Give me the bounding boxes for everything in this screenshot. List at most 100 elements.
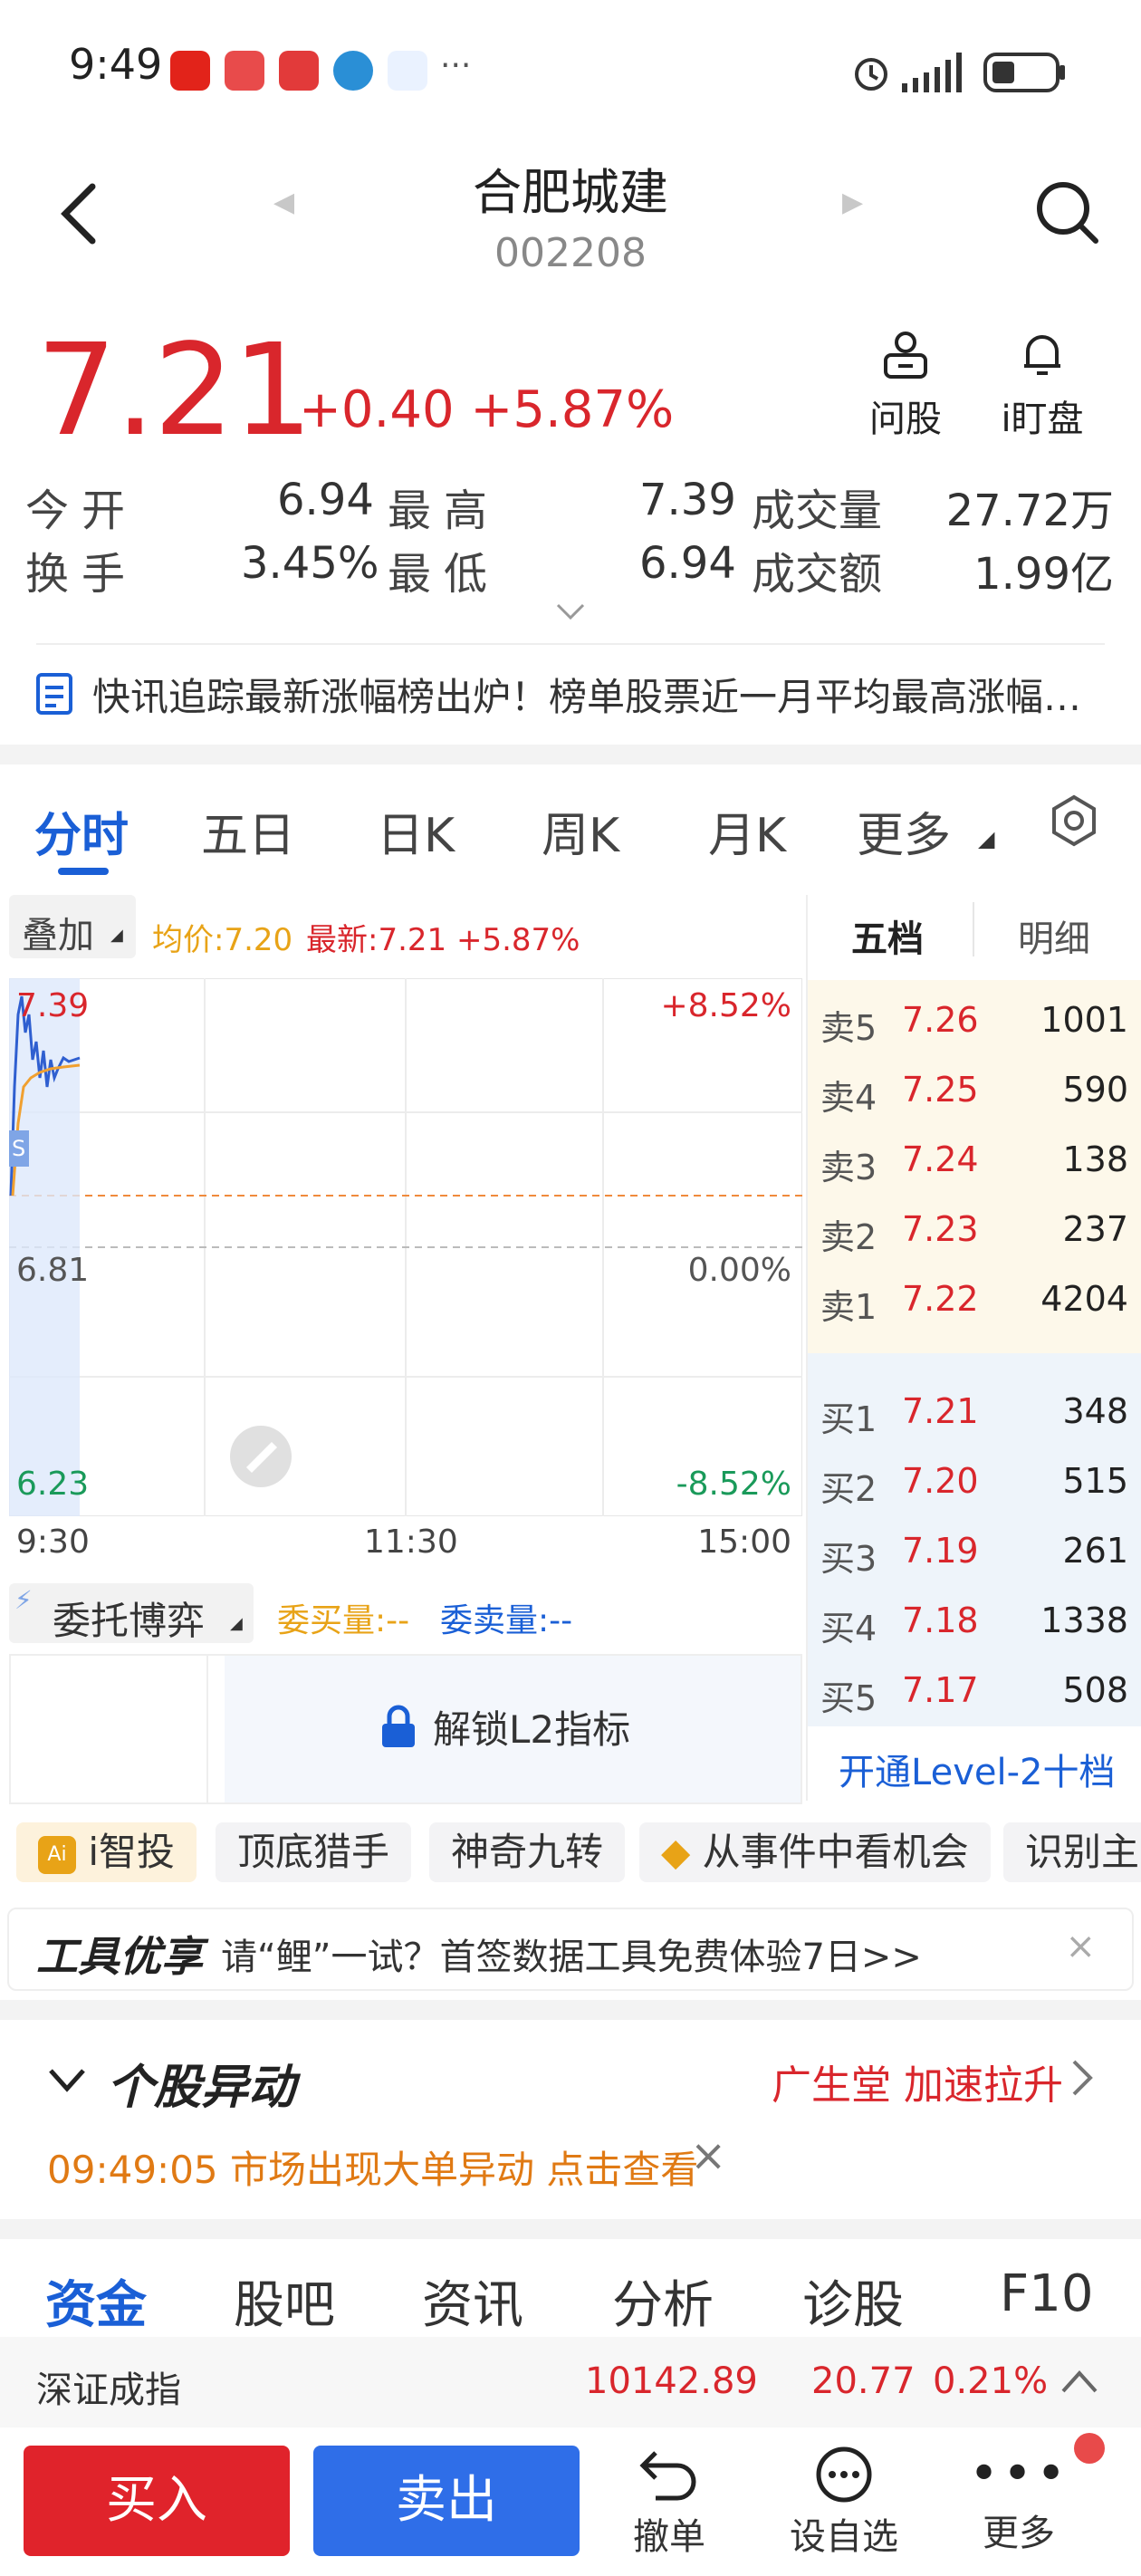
tab-more[interactable]: 更多 [857, 797, 951, 865]
intraday-chart[interactable]: S [9, 978, 802, 1516]
status-time: 9:49 [69, 40, 163, 89]
section-divider [0, 2219, 1141, 2239]
dismiss-alert-icon[interactable]: × [690, 2130, 726, 2181]
ask-stock-button[interactable]: 问股 [860, 326, 951, 442]
tab-daily-k[interactable]: 日K [377, 797, 455, 865]
buy-button[interactable]: 买入 [24, 2446, 290, 2556]
pill-magic-nine[interactable]: 神奇九转 [429, 1822, 626, 1882]
bid-price: 7.20 [902, 1461, 979, 1501]
open-label: 今开 [25, 485, 139, 536]
index-value: 10142.89 [585, 2360, 758, 2402]
next-stock-icon[interactable]: ▶ [842, 187, 863, 218]
expand-up-icon[interactable] [1060, 2368, 1099, 2395]
cancel-order-button[interactable]: 撤单 [619, 2446, 719, 2560]
overlay-button[interactable]: 叠加 ◢ [9, 895, 136, 958]
ask-volume: 委卖量:-- [440, 1602, 573, 1639]
ask-row[interactable]: 卖4 7.25 590 [815, 1053, 1141, 1122]
index-name: 深证成指 [36, 2369, 181, 2411]
ask-row[interactable]: 卖5 7.26 1001 [815, 984, 1141, 1053]
chevron-right-icon[interactable] [1069, 2058, 1096, 2098]
bid-row[interactable]: 买2 7.20 515 [815, 1445, 1141, 1514]
tab-funds[interactable]: 资金 [45, 2264, 147, 2338]
ask-quantity: 4204 [1040, 1279, 1128, 1319]
high-value: 7.39 [639, 475, 736, 525]
ask-label: 卖5 [820, 1008, 877, 1048]
tool-banner[interactable]: 工具优享 请“鲤”一试？首签数据工具免费体验7日>> × [7, 1908, 1134, 1991]
person-chat-icon [884, 332, 927, 379]
anomaly-related[interactable]: 广生堂 加速拉升 [772, 2052, 1063, 2110]
ask-label: 卖3 [820, 1148, 877, 1187]
ask-price: 7.24 [902, 1139, 979, 1179]
pct-bottom: -8.52% [676, 1466, 791, 1503]
bid-quantity: 1338 [1040, 1600, 1128, 1640]
bid-row[interactable]: 买5 7.17 508 [815, 1654, 1141, 1723]
news-ticker[interactable]: 快讯追踪最新涨幅榜出炉！榜单股票近一月平均最高涨幅… [34, 667, 1121, 721]
amount-label: 成交额 [752, 549, 883, 600]
ask-label: 卖1 [820, 1287, 877, 1327]
bid-row[interactable]: 买1 7.21 348 [815, 1375, 1141, 1444]
tab-five-levels[interactable]: 五档 [851, 909, 924, 962]
anomaly-alert[interactable]: 09:49:05 市场出现大单异动 点击查看 [47, 2139, 698, 2195]
level2-link[interactable]: 开通Level-2十档 [839, 1743, 1115, 1795]
tab-f10[interactable]: F10 [1000, 2264, 1093, 2323]
l2-dropdown[interactable]: ⚡ 委托博弈 ◢ [9, 1583, 254, 1643]
more-label: 更多 [983, 2513, 1055, 2554]
ask-quantity: 138 [1062, 1139, 1128, 1179]
watch-button[interactable]: i盯盘 [992, 326, 1092, 442]
bid-row[interactable]: 买4 7.18 1338 [815, 1584, 1141, 1653]
ask-row[interactable]: 卖1 7.22 4204 [815, 1263, 1141, 1331]
watch-label: i盯盘 [1001, 399, 1084, 440]
ask-row[interactable]: 卖2 7.23 237 [815, 1193, 1141, 1262]
add-watchlist-button[interactable]: 设自选 [781, 2446, 907, 2560]
prev-stock-icon[interactable]: ◀ [273, 187, 294, 218]
pill-ai-invest[interactable]: Ai i智投 [16, 1822, 197, 1882]
sell-button[interactable]: 卖出 [313, 2446, 580, 2556]
expand-chevron-icon[interactable] [554, 601, 587, 623]
lightning-icon: ⚡ [14, 1585, 33, 1615]
overlay-dropdown-icon: ◢ [110, 926, 123, 945]
search-icon[interactable] [1032, 178, 1101, 246]
stock-name: 合肥城建 [473, 164, 668, 221]
pill-event-opportunity[interactable]: ◆ 从事件中看机会 [639, 1822, 991, 1882]
ask-quantity: 590 [1062, 1070, 1128, 1110]
tab-diagnosis[interactable]: 诊股 [802, 2264, 904, 2338]
app-icon [333, 51, 373, 91]
bid-label: 买1 [820, 1399, 877, 1439]
bid-row[interactable]: 买3 7.19 261 [815, 1514, 1141, 1583]
close-banner-icon[interactable]: × [1065, 1926, 1096, 1967]
more-button[interactable]: ••• 更多 [969, 2446, 1069, 2556]
amount-value: 1.99亿 [973, 549, 1114, 600]
pill-top-bottom[interactable]: 顶底猎手 [216, 1822, 412, 1882]
avg-price: 均价:7.20 [152, 922, 293, 958]
ask-row[interactable]: 卖3 7.24 138 [815, 1123, 1141, 1192]
low-label: 最低 [388, 549, 501, 600]
ai-icon: Ai [38, 1835, 76, 1874]
pill-label: i智投 [88, 1830, 176, 1874]
pill-identify[interactable]: 识别主 [1003, 1822, 1141, 1882]
tab-divider [973, 902, 974, 956]
unlock-l2-button[interactable]: 解锁L2指标 [380, 1699, 630, 1754]
tab-five-day[interactable]: 五日 [201, 797, 295, 865]
tab-details[interactable]: 明细 [1018, 909, 1090, 962]
turnover-label: 换手 [25, 549, 139, 600]
tab-analysis[interactable]: 分析 [612, 2264, 714, 2338]
settings-icon[interactable] [1047, 793, 1101, 848]
bid-label: 买3 [820, 1539, 877, 1579]
tab-weekly-k[interactable]: 周K [542, 797, 619, 865]
y-axis-bottom: 6.23 [16, 1466, 90, 1503]
tab-forum[interactable]: 股吧 [234, 2264, 335, 2338]
tab-news[interactable]: 资讯 [422, 2264, 523, 2338]
divider [36, 643, 1105, 645]
low-value: 6.94 [639, 538, 736, 589]
tab-intraday[interactable]: 分时 [34, 797, 129, 865]
current-price: 7.21 [36, 317, 313, 465]
news-text: 快讯追踪最新涨幅榜出炉！榜单股票近一月平均最高涨幅… [92, 674, 1082, 719]
ask-label: 卖4 [820, 1078, 877, 1118]
ask-price: 7.25 [902, 1070, 979, 1110]
add-watchlist-label: 设自选 [790, 2516, 898, 2558]
more-dots-icon: ••• [969, 2445, 1070, 2504]
ask-price: 7.22 [902, 1279, 979, 1319]
collapse-chevron-icon[interactable] [47, 2067, 87, 2094]
tab-monthly-k[interactable]: 月K [708, 797, 786, 865]
bid-quantity: 261 [1062, 1531, 1128, 1571]
